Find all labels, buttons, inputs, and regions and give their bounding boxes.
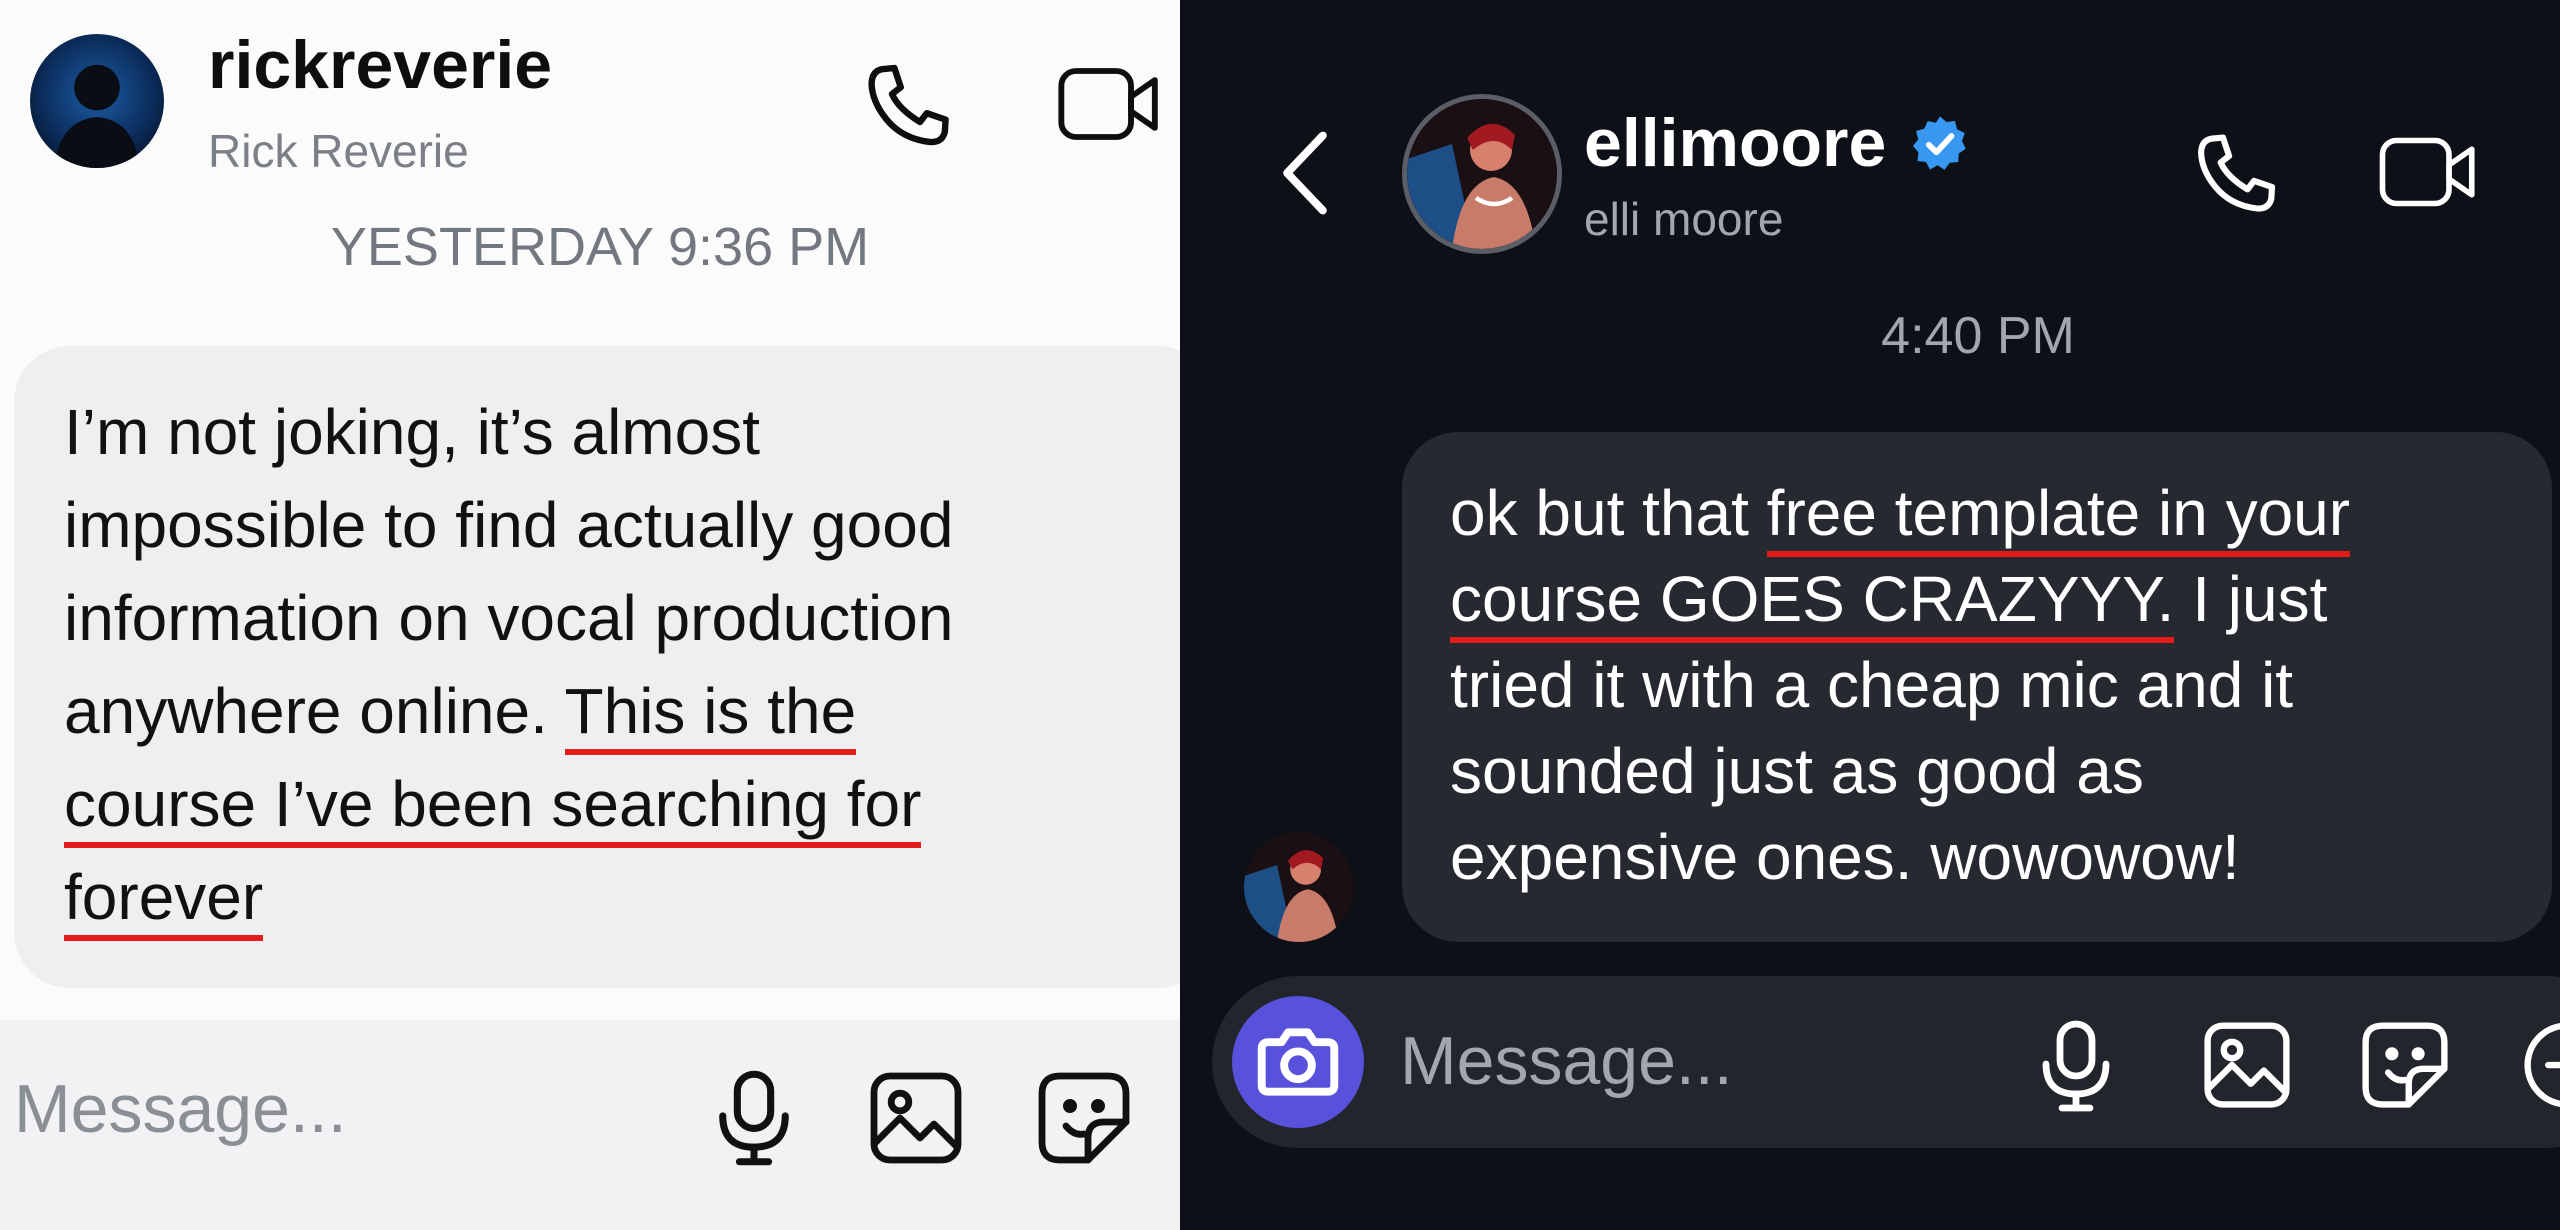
message-line: sounded just as good as [1450,735,2144,807]
message-text: ok but that free template in your course… [1450,470,2351,900]
phone-call-icon[interactable] [2190,128,2282,220]
received-message-bubble: ok but that free template in your course… [1402,432,2552,942]
gallery-icon[interactable] [868,1070,964,1166]
message-fragment: ok but that [1450,477,1767,549]
message-line: course I’ve been searching for [64,758,953,851]
sticker-icon[interactable] [2360,1020,2450,1110]
rick-avatar[interactable] [30,34,164,168]
elli-avatar[interactable] [1402,94,1562,254]
message-fragment: anywhere online. [64,675,548,747]
sticker-icon[interactable] [1036,1070,1132,1166]
message-line: impossible to find actually good [64,489,954,561]
underlined-text: free template in your [1766,477,2351,557]
gallery-icon[interactable] [2202,1020,2292,1110]
chat-display-name: elli moore [1584,193,1784,245]
message-fragment: I just [2174,563,2328,635]
message-line: ok but that free template in your [1450,470,2351,557]
chat-username[interactable]: ellimoore [1584,104,1886,182]
message-line: anywhere online. This is the [64,665,953,758]
message-input[interactable]: Message... [1400,1022,1733,1100]
chat-username[interactable]: rickreverie [208,26,552,104]
microphone-icon[interactable] [712,1068,796,1168]
back-arrow-icon[interactable] [1280,128,1330,218]
underlined-text: This is the [564,675,857,755]
message-timestamp: YESTERDAY 9:36 PM [330,217,870,277]
message-composer[interactable]: Message... [1212,976,2560,1148]
message-text: I’m not joking, it’s almost impossible t… [64,386,953,944]
message-line: expensive ones. wowowow! [1450,821,2240,893]
right-chat-screen: ellimoore elli moore 4:40 PM ok but that… [1180,0,2560,1230]
underlined-text: forever [64,861,264,941]
add-plus-icon[interactable] [2522,1020,2560,1110]
chat-display-name: Rick Reverie [208,125,469,177]
left-chat-screen: rickreverie Rick Reverie YESTERDAY 9:36 … [0,0,1180,1230]
underlined-text: course GOES CRAZYYY. [1450,563,2175,643]
video-call-icon[interactable] [2378,130,2478,214]
message-line: information on vocal production [64,582,954,654]
video-call-icon[interactable] [1056,60,1162,148]
message-composer[interactable]: Message... [0,1020,1180,1230]
sender-avatar [1244,832,1354,942]
phone-call-icon[interactable] [860,58,956,154]
microphone-icon[interactable] [2036,1018,2116,1114]
underlined-text: course I’ve been searching for [64,768,922,848]
message-line: forever [64,851,953,944]
message-line: tried it with a cheap mic and it [1450,649,2294,721]
received-message-bubble: I’m not joking, it’s almost impossible t… [14,346,1180,988]
verified-badge-icon [1910,114,1970,174]
message-line: course GOES CRAZYYY. I just [1450,556,2350,643]
message-line: I’m not joking, it’s almost [64,396,760,468]
camera-button[interactable] [1232,996,1364,1128]
message-timestamp: 4:40 PM [1881,307,2075,365]
message-input[interactable]: Message... [14,1070,347,1148]
